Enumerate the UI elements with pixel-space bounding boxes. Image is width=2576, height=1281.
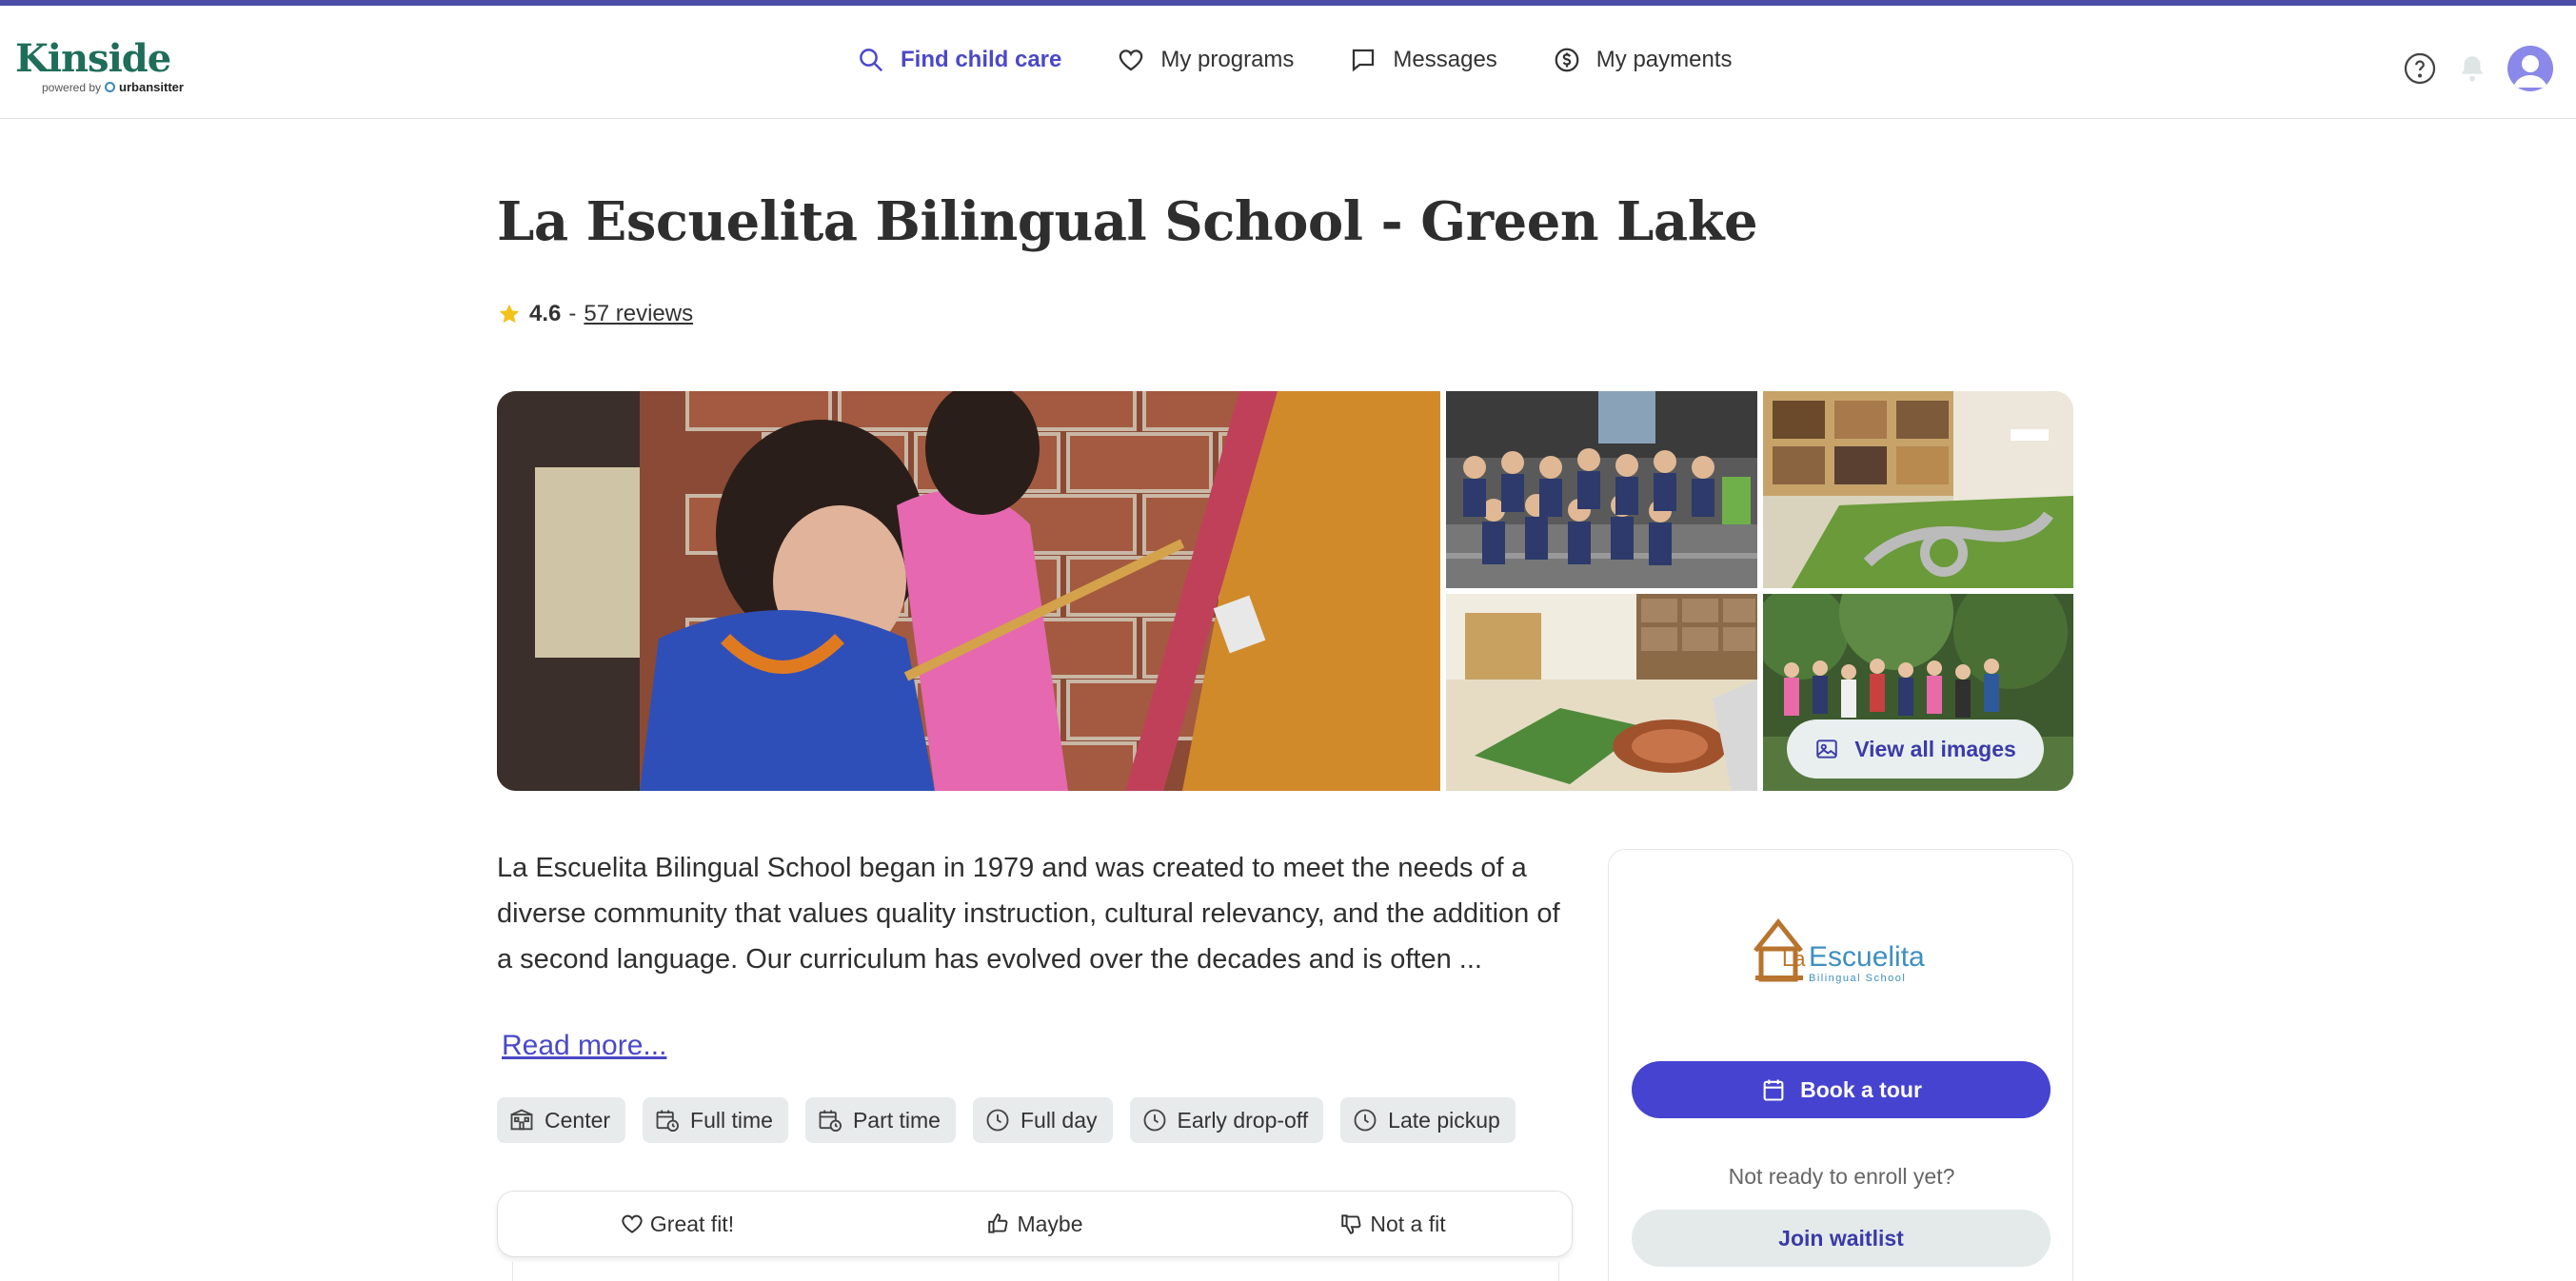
details-card-top <box>512 1262 1559 1281</box>
user-icon <box>2513 55 2547 88</box>
rating-summary: 4.6 - 57 reviews <box>497 301 693 327</box>
rating-separator: - <box>568 301 577 326</box>
building-icon <box>510 1109 533 1131</box>
read-more-link[interactable]: Read more... <box>502 1030 666 1062</box>
photo-gallery: View all images <box>497 391 2073 791</box>
nav-label: Find child care <box>901 47 1062 72</box>
great-fit-button[interactable]: Great fit! <box>498 1192 856 1256</box>
thumbs-up-icon <box>988 1213 1008 1233</box>
maybe-label: Maybe <box>1017 1211 1083 1236</box>
reviews-link[interactable]: 57 reviews <box>584 301 693 327</box>
not-ready-text: Not ready to enroll yet? <box>1728 1164 1955 1189</box>
tag-label: Center <box>545 1107 611 1133</box>
clock-icon <box>1143 1109 1165 1132</box>
maybe-button[interactable]: Maybe <box>856 1192 1214 1256</box>
main-nav: Find child care My programs Messages My … <box>857 46 1788 74</box>
tag-label: Full day <box>1020 1107 1098 1133</box>
view-all-label: View all images <box>1854 736 2016 761</box>
nav-label: Messages <box>1393 47 1497 72</box>
page-title: La Escuelita Bilingual School - Green La… <box>497 190 1758 253</box>
logo-powered-by: powered by urbansitter <box>42 80 184 94</box>
tag-label: Late pickup <box>1388 1107 1500 1133</box>
bell-icon[interactable] <box>2456 51 2488 86</box>
great-fit-label: Great fit! <box>649 1211 735 1236</box>
tag-early-drop-off: Early drop-off <box>1129 1097 1324 1143</box>
program-tags: Center Full time Part time Full day Earl… <box>497 1097 1516 1143</box>
gallery-photo-children-on-steps[interactable] <box>1446 391 1757 588</box>
view-all-images-button[interactable]: View all images <box>1787 719 2044 778</box>
image-icon <box>1816 739 1837 759</box>
calendar-clock-icon <box>819 1110 842 1133</box>
calendar-icon <box>1763 1079 1784 1101</box>
school-logo: La Escuelita Bilingual School <box>1754 917 1925 984</box>
tag-part-time: Part time <box>804 1097 956 1143</box>
book-a-tour-button[interactable]: Book a tour <box>1632 1061 2051 1118</box>
school-description: La Escuelita Bilingual School began in 1… <box>497 853 1560 975</box>
tag-late-pickup: Late pickup <box>1340 1097 1516 1143</box>
book-a-tour-label: Book a tour <box>1800 1076 1922 1102</box>
message-icon <box>1353 49 1375 72</box>
tag-full-day: Full day <box>972 1097 1113 1143</box>
nav-my-payments[interactable]: My payments <box>1553 46 1733 74</box>
tag-label: Part time <box>852 1107 941 1133</box>
dollar-icon <box>1555 48 1579 72</box>
gallery-main-photo[interactable] <box>497 391 1440 791</box>
logo-text-subtitle: Bilingual School <box>1809 973 1906 984</box>
heart-icon <box>1120 49 1143 71</box>
urbansitter-mark-icon <box>105 82 116 92</box>
not-a-fit-button[interactable]: Not a fit <box>1214 1192 1572 1256</box>
kinside-logo[interactable]: Kinside powered by urbansitter <box>15 36 184 95</box>
gallery-photo-classroom-shelves[interactable] <box>1763 391 2073 588</box>
nav-my-programs[interactable]: My programs <box>1117 46 1294 74</box>
partner-name: urbansitter <box>119 80 184 94</box>
thumbs-down-icon <box>1341 1214 1361 1234</box>
clock-icon <box>986 1109 1009 1132</box>
nav-messages[interactable]: Messages <box>1349 46 1497 74</box>
not-a-fit-label: Not a fit <box>1370 1211 1446 1236</box>
nav-label: My payments <box>1595 47 1733 72</box>
nav-label: My programs <box>1160 47 1295 72</box>
logo-text-la: La <box>1782 947 1806 971</box>
powered-by-text: powered by <box>42 80 102 94</box>
star-icon <box>499 304 520 324</box>
app-header: Kinside powered by urbansitter Find chil… <box>0 6 2576 119</box>
nav-find-child-care[interactable]: Find child care <box>857 46 1061 74</box>
enrollment-card: La Escuelita Bilingual School Book a tou… <box>1608 849 2073 1281</box>
tag-full-time: Full time <box>643 1097 788 1143</box>
avatar[interactable] <box>2507 46 2553 91</box>
tag-label: Early drop-off <box>1177 1107 1309 1133</box>
header-actions <box>2403 46 2553 91</box>
rating-score: 4.6 <box>529 301 562 326</box>
logo-text-escuelita: Escuelita <box>1809 941 1925 973</box>
help-icon[interactable] <box>2403 51 2437 86</box>
heart-icon <box>622 1214 643 1233</box>
tag-center: Center <box>497 1097 626 1143</box>
fit-feedback-bar: Great fit! Maybe Not a fit <box>497 1191 1573 1257</box>
join-waitlist-button[interactable]: Join waitlist <box>1632 1210 2051 1267</box>
clock-icon <box>1354 1109 1377 1132</box>
tag-label: Full time <box>690 1107 773 1133</box>
gallery-photo-classroom-rug[interactable] <box>1446 594 1757 791</box>
calendar-clock-icon <box>656 1110 680 1133</box>
search-icon <box>860 49 883 72</box>
logo-wordmark: Kinside <box>15 36 171 81</box>
